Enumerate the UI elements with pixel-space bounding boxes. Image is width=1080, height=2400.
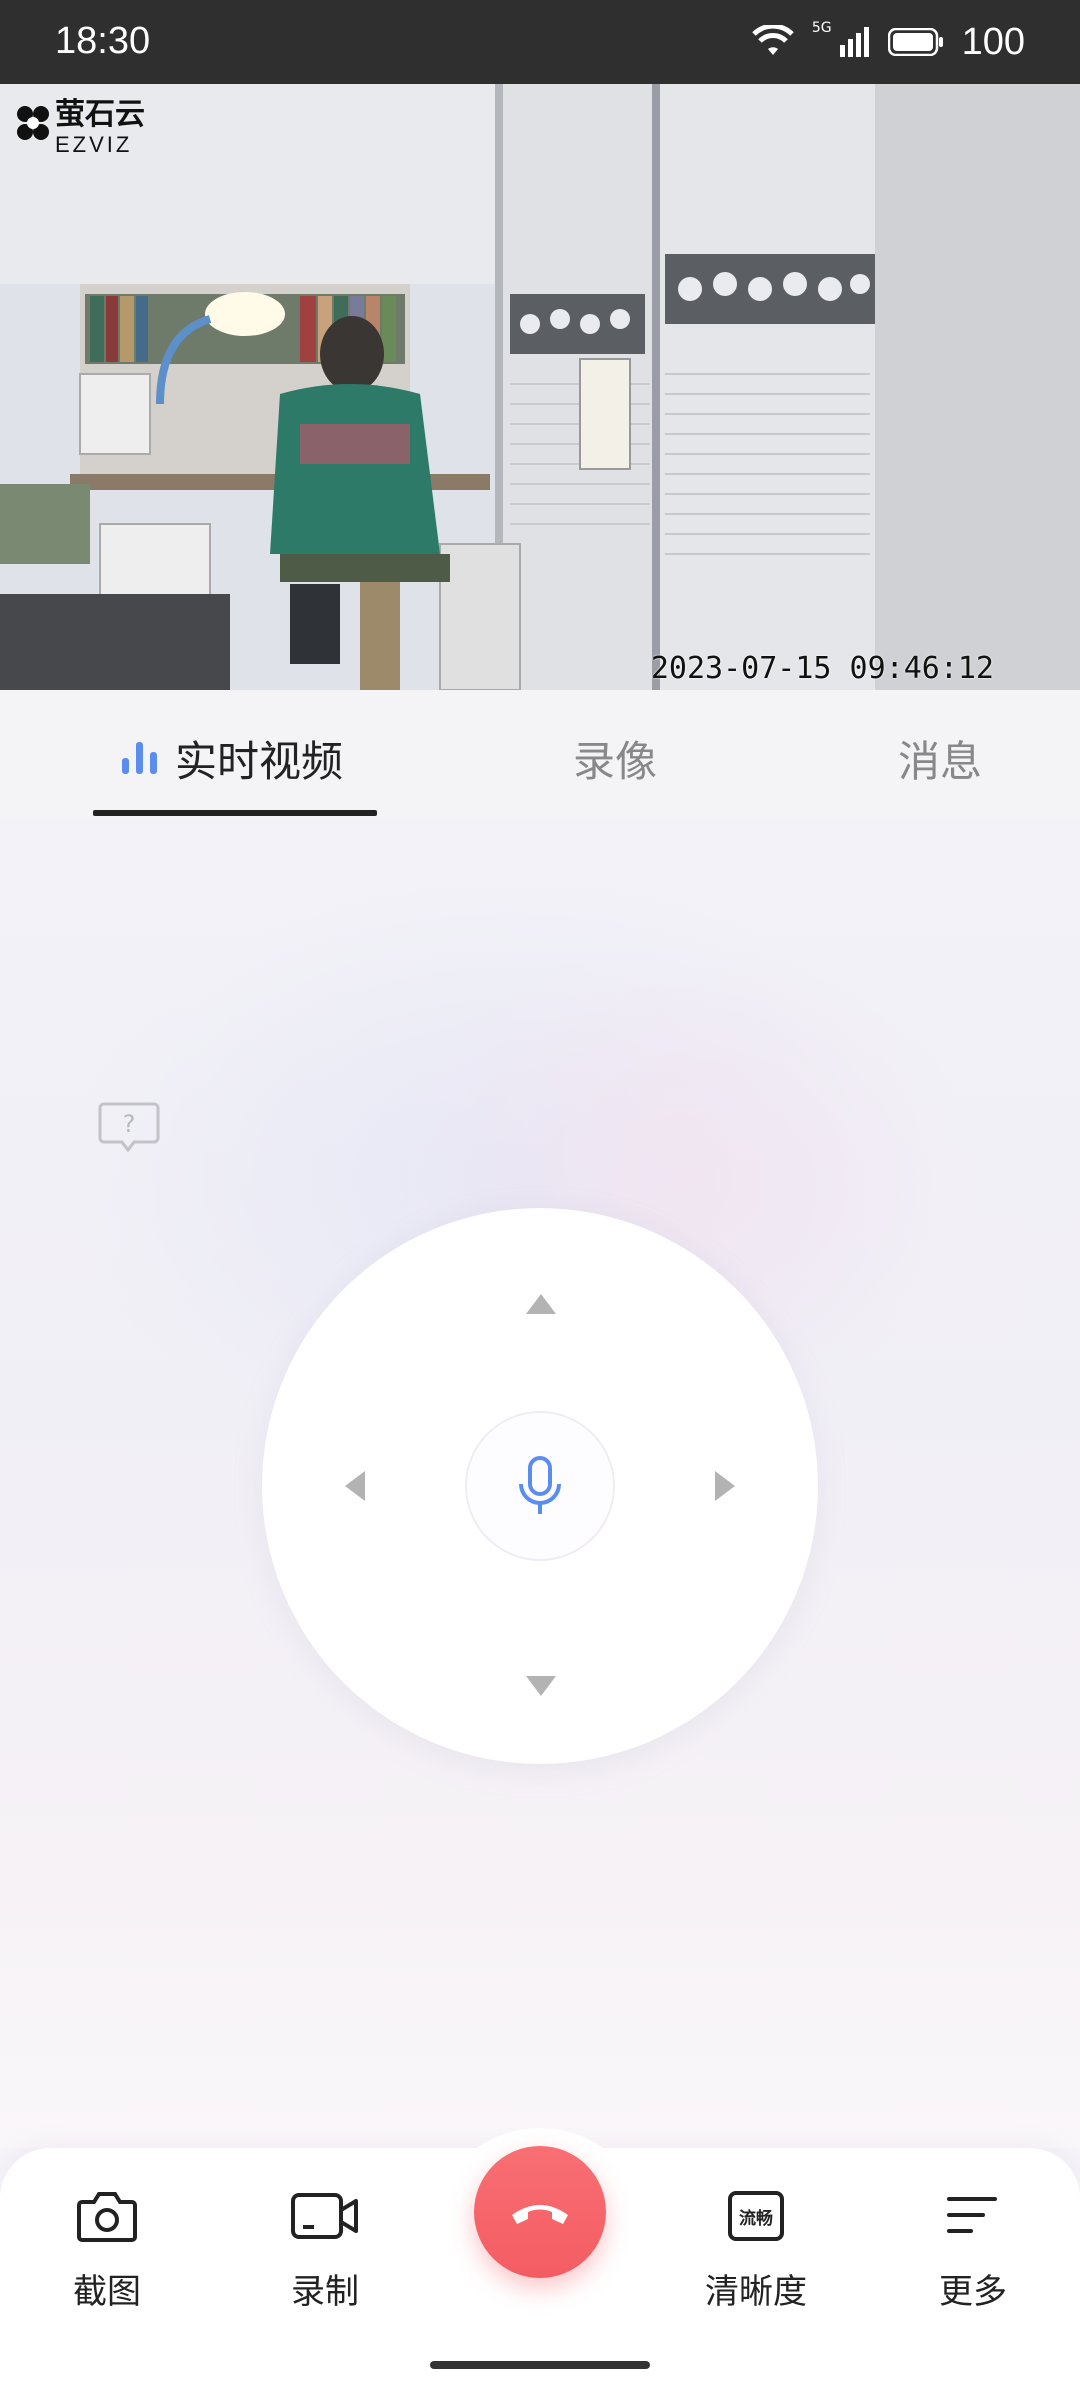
ptz-down-arrow-icon[interactable] — [526, 1676, 556, 1696]
ptz-right-arrow-icon[interactable] — [715, 1471, 735, 1501]
talk-button[interactable] — [465, 1411, 615, 1561]
svg-text:?: ? — [123, 1110, 136, 1138]
live-signal-icon — [122, 742, 157, 774]
control-panel: ? — [0, 818, 1080, 2148]
clarity-badge: 流畅 — [728, 2191, 784, 2241]
video-camera-icon — [291, 2193, 358, 2239]
video-timestamp: 2023-07-15 09:46:12 — [650, 651, 994, 686]
status-icons: 5G 100 — [752, 18, 1025, 66]
ezviz-logo-mark — [17, 106, 49, 140]
active-tab-indicator — [93, 810, 377, 816]
ptz-left-arrow-icon[interactable] — [345, 1471, 365, 1501]
battery-level: 100 — [961, 20, 1025, 63]
hangup-button[interactable] — [474, 2146, 606, 2278]
menu-lines-icon — [947, 2197, 997, 2233]
phone-hangup-icon — [512, 2205, 568, 2224]
ptz-up-arrow-icon[interactable] — [526, 1294, 556, 1314]
screenshot-label: 截图 — [73, 2272, 141, 2312]
record-button[interactable]: 录制 — [255, 2178, 395, 2313]
clarity-label: 清晰度 — [705, 2272, 807, 2312]
ezviz-logo-cn: 萤石云 — [55, 98, 145, 131]
status-time: 18:30 — [55, 20, 151, 62]
wifi-icon — [752, 25, 794, 55]
clarity-button[interactable]: 流畅 清晰度 — [686, 2178, 826, 2313]
more-button[interactable]: 更多 — [903, 2178, 1043, 2313]
tab-bar: 实时视频 录像 消息 — [0, 690, 1080, 819]
camera-scene — [0, 84, 1080, 690]
screenshot-button[interactable]: 截图 — [37, 2178, 177, 2313]
help-bubble-icon[interactable]: ? — [98, 1100, 160, 1154]
more-label: 更多 — [939, 2272, 1007, 2312]
tab-messages[interactable]: 消息 — [898, 728, 982, 789]
tab-recording[interactable]: 录像 — [573, 728, 657, 789]
home-indicator[interactable] — [430, 2361, 650, 2369]
network-type: 5G — [811, 20, 832, 36]
microphone-icon — [519, 1456, 561, 1514]
status-bar: 18:30 5G 100 — [0, 0, 1080, 84]
ezviz-logo-en: EZVIZ — [55, 132, 133, 157]
camera-icon — [77, 2192, 137, 2242]
ezviz-logo: 萤石云 EZVIZ — [15, 100, 145, 160]
record-label: 录制 — [291, 2272, 359, 2312]
live-video-feed[interactable]: 萤石云 EZVIZ 2023-07-15 09:46:12 — [0, 84, 1080, 690]
battery-icon — [887, 28, 943, 56]
ptz-control-pad[interactable] — [262, 1208, 818, 1764]
signal-icon — [839, 27, 869, 57]
tab-live-video[interactable]: 实时视频 — [175, 728, 343, 789]
